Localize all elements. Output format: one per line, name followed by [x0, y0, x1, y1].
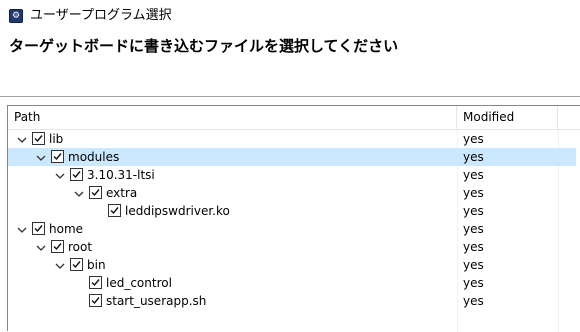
modified-cell: yes: [463, 132, 484, 146]
checkbox[interactable]: [108, 204, 121, 217]
checkbox[interactable]: [89, 186, 102, 199]
checkbox[interactable]: [70, 168, 83, 181]
checkbox[interactable]: [89, 294, 102, 307]
chevron-down-icon[interactable]: [15, 132, 29, 146]
tree-item-label: start_userapp.sh: [106, 294, 207, 308]
tree-item-label: home: [49, 222, 84, 236]
modified-cell: yes: [463, 204, 484, 218]
window-title: ユーザープログラム選択: [30, 8, 172, 23]
tree-row[interactable]: led_control yes: [8, 274, 580, 292]
chevron-down-icon[interactable]: [53, 168, 67, 182]
title-bar: ⚙ ユーザープログラム選択: [0, 0, 580, 32]
tree-header: Path Modified: [8, 106, 580, 130]
tree-row[interactable]: root yes: [8, 238, 580, 256]
chevron-down-icon[interactable]: [72, 186, 86, 200]
checkbox[interactable]: [32, 132, 45, 145]
chevron-down-icon[interactable]: [15, 222, 29, 236]
tree-item-label: modules: [68, 150, 120, 164]
checkbox[interactable]: [32, 222, 45, 235]
column-header-path[interactable]: Path: [8, 106, 457, 129]
column-header-modified[interactable]: Modified: [457, 106, 558, 129]
chevron-down-icon[interactable]: [34, 240, 48, 254]
tree-item-label: root: [68, 240, 93, 254]
divider: [0, 96, 580, 97]
tree-item-label: 3.10.31-ltsi: [87, 168, 155, 182]
tree-rows: lib yes modules yes 3.10.31-ltsi yes extra yes l…: [8, 130, 580, 310]
tree-row[interactable]: bin yes: [8, 256, 580, 274]
file-tree[interactable]: Path Modified lib yes modules yes 3.10.31-lt…: [7, 105, 580, 332]
checkbox[interactable]: [51, 240, 64, 253]
tree-item-label: led_control: [106, 276, 172, 290]
modified-cell: yes: [463, 168, 484, 182]
app-gear-icon: ⚙: [9, 9, 23, 23]
checkbox[interactable]: [70, 258, 83, 271]
page-heading: ターゲットボードに書き込むファイルを選択してください: [9, 37, 399, 55]
modified-cell: yes: [463, 276, 484, 290]
checkbox[interactable]: [51, 150, 64, 163]
modified-cell: yes: [463, 240, 484, 254]
tree-row[interactable]: lib yes: [8, 130, 580, 148]
chevron-down-icon[interactable]: [53, 258, 67, 272]
tree-row[interactable]: 3.10.31-ltsi yes: [8, 166, 580, 184]
tree-row[interactable]: modules yes: [8, 148, 580, 166]
tree-item-label: extra: [106, 186, 138, 200]
tree-item-label: bin: [87, 258, 106, 272]
tree-row[interactable]: extra yes: [8, 184, 580, 202]
tree-item-label: leddipswdriver.ko: [125, 204, 230, 218]
tree-item-label: lib: [49, 132, 64, 146]
modified-cell: yes: [463, 222, 484, 236]
checkbox[interactable]: [89, 276, 102, 289]
modified-cell: yes: [463, 150, 484, 164]
chevron-down-icon[interactable]: [34, 150, 48, 164]
modified-cell: yes: [463, 258, 484, 272]
modified-cell: yes: [463, 186, 484, 200]
modified-cell: yes: [463, 294, 484, 308]
tree-row[interactable]: start_userapp.sh yes: [8, 292, 580, 310]
tree-row[interactable]: leddipswdriver.ko yes: [8, 202, 580, 220]
tree-row[interactable]: home yes: [8, 220, 580, 238]
